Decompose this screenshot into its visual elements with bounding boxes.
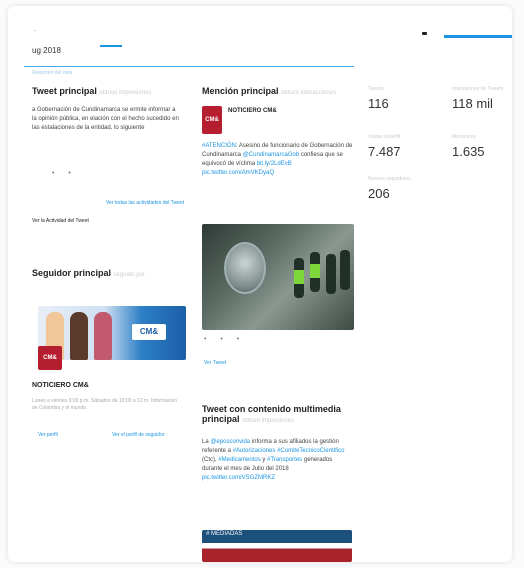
top-tweet-view-all-link[interactable]: Ver todas las actividades del Tweet <box>106 200 184 206</box>
stat-label-tweets: Tweets <box>368 86 384 92</box>
top-tweet-activity-link[interactable]: Ver la Actividad del Tweet <box>32 218 89 224</box>
top-accent-bar <box>444 35 512 38</box>
top-mention-author[interactable]: NOTICIERO CM& <box>228 108 277 114</box>
top-follower-title: Seguidor principal seguido por <box>32 268 145 278</box>
stat-label-profile-visits: Visitas al perfil <box>368 134 401 140</box>
top-media-tweet-body: La @eposconvida informa a sus afiliados … <box>202 438 354 483</box>
top-media-tweet-title: Tweet con contenido multimedia principal… <box>202 404 341 424</box>
stat-value-tweets: 116 <box>368 96 389 111</box>
top-media-mention[interactable]: @eposconvida <box>210 439 250 445</box>
stat-label-new-followers: Nuevos seguidores <box>368 176 411 182</box>
top-media-text-2: (Ctc), <box>202 457 219 463</box>
top-follower-name[interactable]: NOTICIERO CM& <box>32 382 89 389</box>
month-label[interactable]: ug 2018 <box>32 46 61 55</box>
month-summary-link[interactable]: Resumen del mes <box>32 70 72 76</box>
top-tweet-title-meta: obtuvo impresiones <box>99 90 152 96</box>
top-tweet-title-text: Tweet principal <box>32 86 97 96</box>
top-mention-title-meta: obtuvo interacciones <box>281 90 337 96</box>
top-mention-view-link[interactable]: Ver Tweet <box>204 360 226 366</box>
stat-label-mentions: Menciones <box>452 134 477 140</box>
photo-portrait <box>224 242 266 294</box>
top-mention-photo[interactable] <box>202 224 354 330</box>
photo-vest-1 <box>294 270 304 284</box>
top-media-title-line2: principal <box>202 414 240 424</box>
stat-value-profile-visits: 7.487 <box>368 144 401 159</box>
banner-person-3 <box>94 312 112 360</box>
top-mention-title-text: Mención principal <box>202 86 279 96</box>
top-follower-title-text: Seguidor principal <box>32 268 112 278</box>
top-media-hashtag-1[interactable]: #Autorizaciones <box>233 448 276 454</box>
month-underline <box>100 45 122 47</box>
top-follower-view-profile-link[interactable]: Ver el perfil de seguidor <box>112 432 165 438</box>
top-media-image[interactable]: # MEDIADAS <box>202 530 352 562</box>
top-media-hashtag-2[interactable]: #ComiteTecnicoCientifico <box>277 448 344 454</box>
banner-logo: CM& <box>132 324 166 340</box>
top-mention-mention[interactable]: @CundinamarcaGob <box>243 152 299 158</box>
top-mention-hashtag[interactable]: #ATENCIÓN <box>202 143 236 149</box>
screenshot-frame: - ug 2018 Resumen del mes Tweet principa… <box>0 0 524 568</box>
top-mention-pic-link[interactable]: pic.twitter.com/AmVKDyaQ <box>202 170 274 176</box>
stat-value-new-followers: 206 <box>368 186 390 201</box>
top-mention-title: Mención principal obtuvo interacciones <box>202 86 336 96</box>
analytics-page: - ug 2018 Resumen del mes Tweet principa… <box>8 6 512 562</box>
photo-figure-3 <box>326 254 336 294</box>
stat-value-mentions: 1.635 <box>452 144 485 159</box>
top-follower-profile-link[interactable]: Ver perfil <box>38 432 58 438</box>
month-divider <box>24 66 354 67</box>
top-follower-title-meta: seguido por <box>113 272 145 278</box>
top-dot <box>422 32 427 35</box>
banner-person-2 <box>70 312 88 360</box>
top-mention-actions[interactable]: • • • <box>204 336 245 343</box>
top-mention-link[interactable]: bit.ly/2LdEvB <box>257 161 292 167</box>
top-media-hashtag-3[interactable]: #Medicamentos <box>218 457 260 463</box>
top-media-link[interactable]: pic.twitter.com/VSGZMRKZ <box>202 475 275 481</box>
stat-value-impressions: 118 mil <box>452 96 493 111</box>
top-mention-avatar[interactable]: CM& <box>202 106 222 134</box>
top-tweet-body: a Gobernación de Cundinamarca se ermite … <box>32 107 179 131</box>
stat-label-impressions: Impresiones de Tweets <box>452 86 504 92</box>
top-follower-bio: Lunes a viernes 9:00 p.m. Sábados de 10:… <box>32 398 178 411</box>
top-mark: - <box>34 28 37 35</box>
photo-vest-2 <box>310 264 320 278</box>
top-mention-body: #ATENCIÓN: Asesino de funcionario de Gob… <box>202 142 354 178</box>
top-media-image-text: # MEDIADAS <box>206 531 243 537</box>
top-follower-avatar[interactable]: CM& <box>38 346 62 370</box>
top-media-hashtag-4[interactable]: #Transportes <box>267 457 302 463</box>
top-media-title-meta: obtuvo impresiones <box>242 418 295 424</box>
top-media-title-line1: Tweet con contenido multimedia <box>202 404 341 414</box>
top-tweet-actions[interactable]: • • <box>52 170 77 177</box>
top-tweet-title: Tweet principal obtuvo impresiones <box>32 86 151 96</box>
photo-figure-4 <box>340 250 350 290</box>
